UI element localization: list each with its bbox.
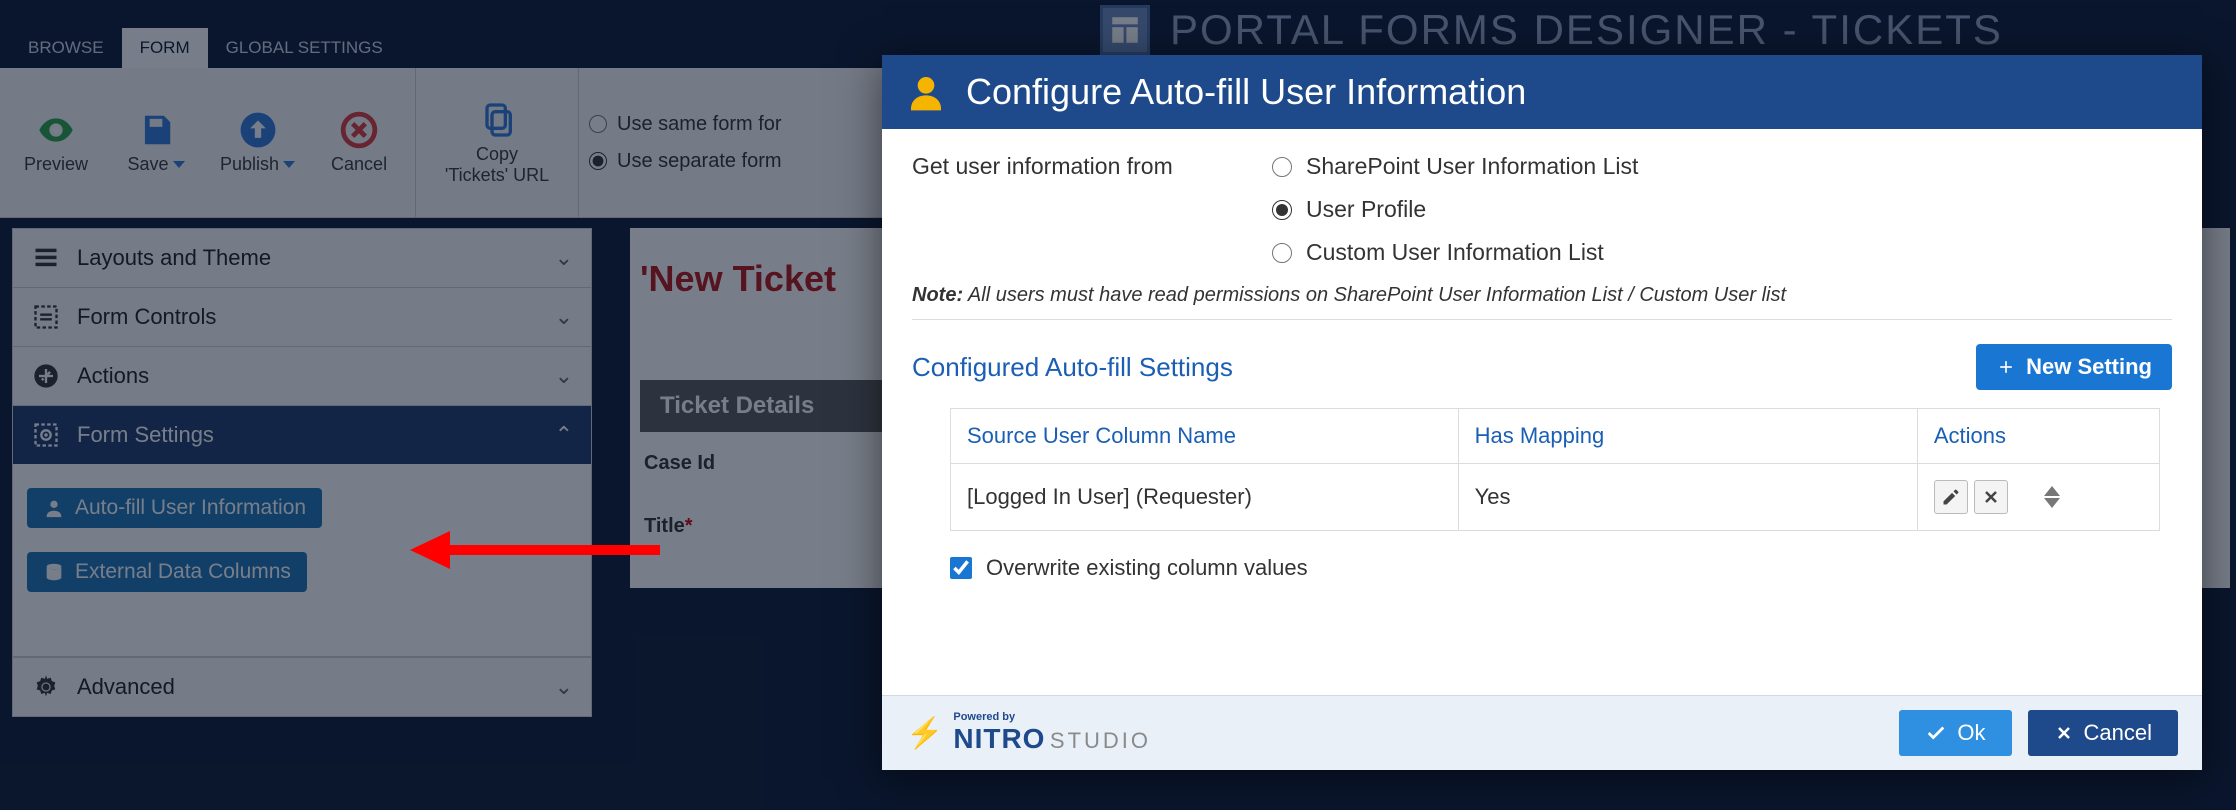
nitro-studio-brand: ⚡ Powered by NITRO STUDIO: [906, 712, 1151, 755]
user-icon: [906, 72, 946, 112]
col-actions: Actions: [1917, 409, 2159, 464]
configure-autofill-dialog: Configure Auto-fill User Information Get…: [882, 55, 2202, 770]
cell-mapping: Yes: [1458, 464, 1917, 531]
source-label: Get user information from: [912, 153, 1232, 180]
move-down-button[interactable]: [2044, 498, 2060, 508]
col-source[interactable]: Source User Column Name: [951, 409, 1459, 464]
bolt-icon: ⚡: [906, 716, 943, 751]
table-row: [Logged In User] (Requester) Yes: [951, 464, 2160, 531]
move-up-button[interactable]: [2044, 486, 2060, 496]
close-icon: [2054, 723, 2074, 743]
dialog-footer: ⚡ Powered by NITRO STUDIO Ok Cancel: [882, 695, 2202, 770]
annotation-arrow: [410, 525, 670, 575]
ok-button[interactable]: Ok: [1899, 710, 2011, 756]
configured-settings-heading: Configured Auto-fill Settings: [912, 352, 1233, 383]
plus-icon: [1996, 357, 2016, 377]
close-icon: [1981, 487, 2001, 507]
autofill-settings-table: Source User Column Name Has Mapping Acti…: [950, 408, 2160, 531]
radio-custom-list[interactable]: Custom User Information List: [1272, 239, 1638, 266]
overwrite-checkbox[interactable]: Overwrite existing column values: [950, 555, 2172, 581]
radio-user-profile[interactable]: User Profile: [1272, 196, 1638, 223]
cancel-dialog-button[interactable]: Cancel: [2028, 710, 2178, 756]
new-setting-button[interactable]: New Setting: [1976, 344, 2172, 390]
edit-row-button[interactable]: [1934, 480, 1968, 514]
permissions-note: Note: All users must have read permissio…: [912, 284, 2172, 307]
check-icon: [1925, 722, 1947, 744]
cell-source: [Logged In User] (Requester): [951, 464, 1459, 531]
dialog-title: Configure Auto-fill User Information: [966, 71, 1526, 113]
pencil-icon: [1941, 487, 1961, 507]
delete-row-button[interactable]: [1974, 480, 2008, 514]
radio-sharepoint-list[interactable]: SharePoint User Information List: [1272, 153, 1638, 180]
dialog-header: Configure Auto-fill User Information: [882, 55, 2202, 129]
col-mapping[interactable]: Has Mapping: [1458, 409, 1917, 464]
